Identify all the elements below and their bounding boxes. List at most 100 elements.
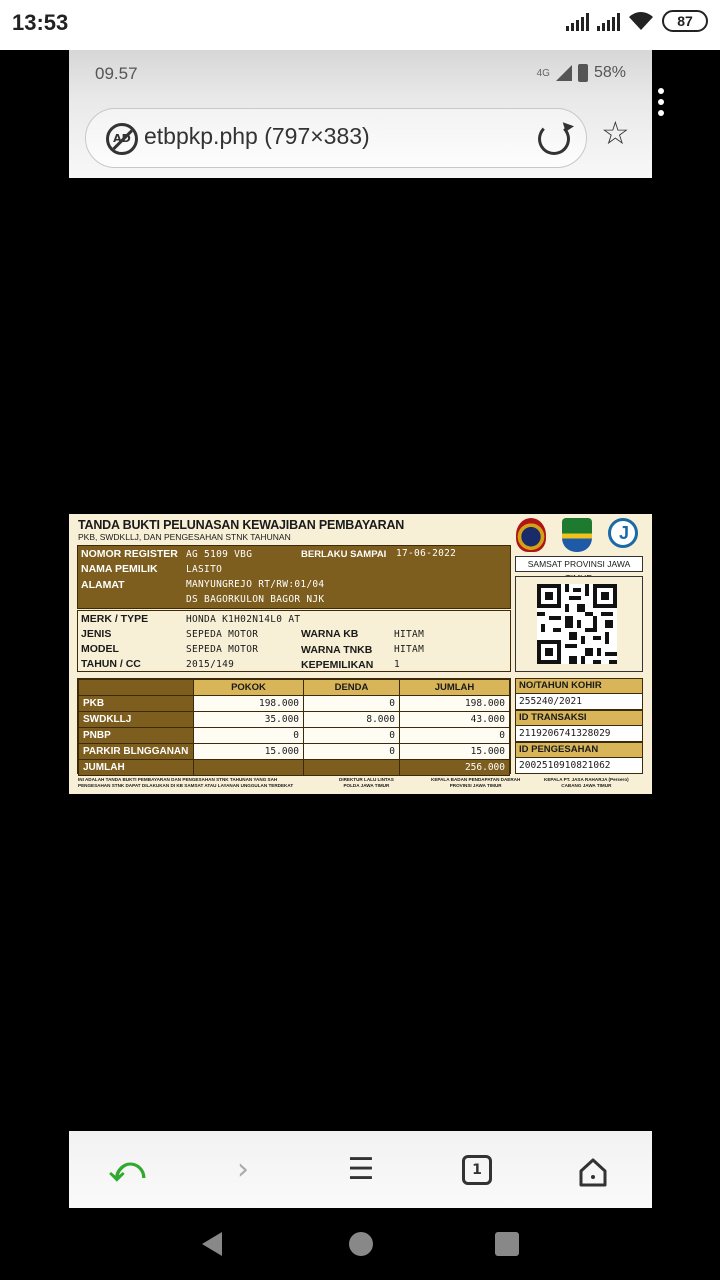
id-pengesahan-value: 2002510910821062 [515, 758, 643, 774]
alamat-label: ALAMAT [81, 579, 125, 591]
kohir-label: NO/TAHUN KOHIR [515, 678, 643, 694]
kohir-value: 255240/2021 [515, 694, 643, 710]
logo-group [516, 518, 638, 552]
url-text[interactable]: etbpkp.php (797×383) [144, 123, 370, 150]
footnote-line: CABANG JAWA TIMUR [561, 783, 612, 788]
nama-value: LASITO [186, 564, 223, 575]
row-label: PARKIR BLNGGANAN [78, 743, 194, 760]
url-bar[interactable]: AD etbpkp.php (797×383) [85, 108, 587, 168]
receipt-title: TANDA BUKTI PELUNASAN KEWAJIBAN PEMBAYAR… [78, 518, 405, 532]
inner-battery-level: 58% [593, 64, 626, 81]
samsat-label: SAMSAT PROVINSI JAWA TIMUR [515, 556, 643, 583]
network-type-label: 4G [536, 67, 550, 79]
footnote-line: POLDA JAWA TIMUR [343, 783, 390, 788]
berlaku-value: 17-06-2022 [396, 548, 457, 559]
model-label: MODEL [81, 643, 119, 655]
image-viewer: TANDA BUKTI PELUNASAN KEWAJIBAN PEMBAYAR… [69, 178, 652, 1131]
alamat-line-2: DS BAGORKULON BAGOR NJK [186, 594, 325, 605]
nomor-register-label: NOMOR REGISTER [81, 548, 178, 560]
wifi-icon [629, 12, 653, 30]
menu-icon[interactable]: ☰ [341, 1151, 381, 1189]
police-logo-icon [516, 518, 546, 552]
inner-signal-icon [555, 65, 572, 81]
nomor-register-value: AG 5109 VBG [186, 549, 253, 560]
jasa-raharja-logo-icon [608, 518, 638, 548]
cell-jumlah: 198.000 [398, 695, 511, 712]
forward-icon[interactable]: › [223, 1151, 263, 1189]
jenis-label: JENIS [81, 628, 112, 640]
status-icons: 87 [566, 10, 708, 32]
kepemilikan-label: KEPEMILIKAN [301, 659, 374, 671]
inner-battery-icon [577, 64, 588, 82]
receipt-subtitle: PKB, SWDKLLJ, DAN PENGESAHAN STNK TAHUNA… [78, 532, 291, 542]
id-pengesahan-label: ID PENGESAHAN [515, 742, 643, 758]
table-row: PKB 198.000 0 198.000 [78, 695, 511, 712]
footnote-jasaraharja: KEPALA PT. JASA RAHARJA (Persero) CABANG… [544, 777, 629, 789]
footnote-bapenda: KEPALA BADAN PENDAPATAN DAERAH PROVINSI … [431, 777, 520, 789]
reload-icon[interactable] [538, 123, 570, 155]
inner-status-time: 09.57 [95, 64, 138, 83]
alamat-line-1: MANYUNGREJO RT/RW:01/04 [186, 579, 325, 590]
overflow-menu-icon[interactable] [658, 88, 666, 121]
tabs-icon[interactable]: 1 [462, 1155, 492, 1185]
cell-jumlah: 43.000 [398, 711, 511, 728]
transaction-info: NO/TAHUN KOHIR 255240/2021 ID TRANSAKSI … [515, 678, 643, 774]
footnote-line: PENGESAHAN STNK DAPAT DILAKUKAN DI KB SA… [78, 783, 294, 788]
cell-denda: 0 [303, 727, 400, 744]
warna-kb-label: WARNA KB [301, 628, 359, 640]
header-pokok: POKOK [192, 679, 305, 696]
owner-info-box: NOMOR REGISTER AG 5109 VBG BERLAKU SAMPA… [77, 545, 511, 609]
cell-pokok: 35.000 [192, 711, 305, 728]
browser-bottom-bar: ⤺ › ☰ 1 [69, 1131, 652, 1208]
jenis-value: SEPEDA MOTOR [186, 629, 259, 640]
total-value: 256.000 [398, 759, 511, 776]
status-time: 13:53 [12, 10, 69, 35]
jatim-logo-icon [562, 518, 592, 552]
cell-pokok: 15.000 [192, 743, 305, 760]
tahun-label: TAHUN / CC [81, 658, 141, 670]
payment-table: POKOK DENDA JUMLAH PKB 198.000 0 198.000… [77, 678, 511, 776]
stnk-receipt-image: TANDA BUKTI PELUNASAN KEWAJIBAN PEMBAYAR… [69, 514, 652, 794]
status-bar: 13:53 87 [0, 0, 720, 50]
back-icon[interactable]: ⤺ [107, 1151, 147, 1189]
shared-screenshot: 09.57 4G 58% AD etbpkp.php (797×383) ☆ T… [69, 50, 652, 1208]
berlaku-label: BERLAKU SAMPAI [301, 549, 387, 560]
cell-pokok: 0 [192, 727, 305, 744]
footnote-polda: DIREKTUR LALU LINTAS POLDA JAWA TIMUR [339, 777, 394, 789]
nav-recents-icon[interactable] [495, 1232, 519, 1256]
id-transaksi-label: ID TRANSAKSI [515, 710, 643, 726]
nav-home-icon[interactable] [349, 1232, 373, 1256]
android-nav-bar [0, 1208, 720, 1280]
cell-jumlah: 15.000 [398, 743, 511, 760]
table-row: PNBP 0 0 0 [78, 727, 511, 744]
qr-code-box [515, 576, 643, 672]
adblock-icon[interactable]: AD [106, 123, 138, 155]
home-icon[interactable] [578, 1157, 608, 1187]
cell-jumlah: 0 [398, 727, 511, 744]
cell-denda: 0 [303, 743, 400, 760]
table-row: PARKIR BLNGGANAN 15.000 0 15.000 [78, 743, 511, 760]
nama-label: NAMA PEMILIK [81, 563, 158, 575]
bookmark-star-icon[interactable]: ☆ [601, 116, 630, 150]
qr-code-icon [537, 584, 617, 664]
header-denda: DENDA [303, 679, 400, 696]
id-transaksi-value: 2119206741328029 [515, 726, 643, 742]
vehicle-info-box: MERK / TYPE HONDA K1H02N14L0 AT JENIS SE… [77, 610, 511, 672]
browser-toolbar: AD etbpkp.php (797×383) ☆ [69, 100, 652, 178]
screen: 13:53 87 09.57 4G 58% AD etbpkp.php (797… [0, 0, 720, 1280]
table-total-row: JUMLAH 256.000 [78, 759, 511, 776]
warna-kb-value: HITAM [394, 629, 425, 640]
warna-tnkb-value: HITAM [394, 644, 425, 655]
cell-pokok: 198.000 [192, 695, 305, 712]
signal-icon-2 [597, 11, 620, 31]
row-label: PNBP [78, 727, 194, 744]
cell-denda: 0 [303, 695, 400, 712]
row-label: PKB [78, 695, 194, 712]
tahun-value: 2015/149 [186, 659, 235, 670]
warna-tnkb-label: WARNA TNKB [301, 644, 373, 656]
nav-back-icon[interactable] [202, 1232, 222, 1256]
merk-value: HONDA K1H02N14L0 AT [186, 614, 301, 625]
total-label: JUMLAH [78, 759, 194, 776]
kepemilikan-value: 1 [394, 659, 401, 670]
inner-status-bar: 09.57 4G 58% [69, 50, 652, 100]
